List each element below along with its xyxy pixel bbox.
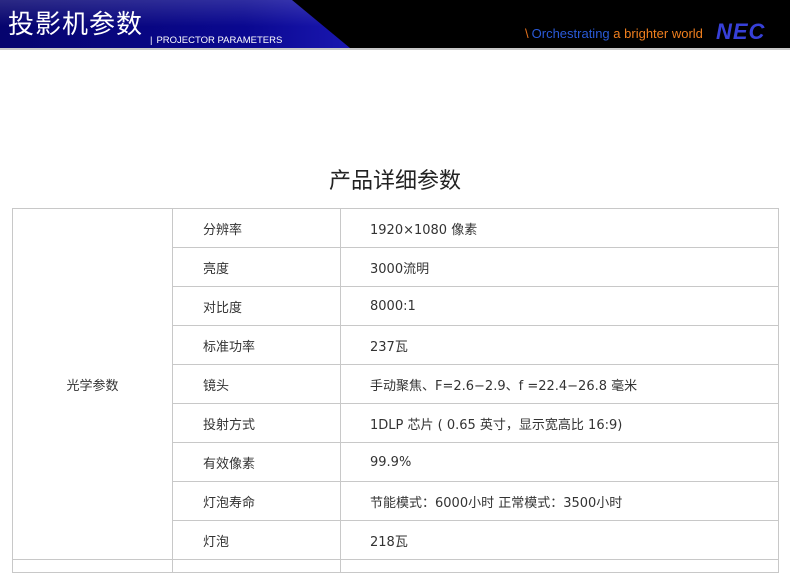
spec-table-body: 光学参数 分辨率 1920×1080 像素 亮度 3000流明 对比度 8000… <box>12 208 779 573</box>
group-label-optical: 光学参数 <box>12 208 173 560</box>
param-name: 投射方式 <box>172 403 341 443</box>
nec-logo: NEC <box>716 19 766 44</box>
param-name: 分辨率 <box>172 208 341 248</box>
empty-cell <box>12 559 173 573</box>
banner-subtitle: | PROJECTOR PARAMETERS <box>150 35 282 46</box>
table-row: 光学参数 分辨率 1920×1080 像素 <box>12 208 779 560</box>
banner-subtitle-text: PROJECTOR PARAMETERS <box>156 35 283 46</box>
param-value: 237瓦 <box>340 325 779 365</box>
header-banner: 投影机参数 | PROJECTOR PARAMETERS \ Orchestrati… <box>0 0 790 48</box>
param-name: 镜头 <box>172 364 341 404</box>
banner-subtitle-separator: | <box>150 35 153 46</box>
empty-cell <box>340 559 779 573</box>
param-value: 1920×1080 像素 <box>340 208 779 248</box>
table-row-partial <box>12 559 779 573</box>
tagline-slash: \ <box>525 26 529 41</box>
param-name: 灯泡寿命 <box>172 481 341 521</box>
param-name: 对比度 <box>172 286 341 326</box>
banner-underline <box>0 48 790 50</box>
param-value: 3000流明 <box>340 247 779 287</box>
brand-tagline: \ Orchestrating a brighter world <box>525 26 703 42</box>
spec-table: 光学参数 分辨率 1920×1080 像素 亮度 3000流明 对比度 8000… <box>12 208 779 573</box>
param-value: 218瓦 <box>340 520 779 560</box>
tagline-part-1: Orchestrating <box>531 26 610 41</box>
param-name: 有效像素 <box>172 442 341 482</box>
param-name: 亮度 <box>172 247 341 287</box>
param-name: 灯泡 <box>172 520 341 560</box>
banner-title: 投影机参数 <box>8 10 144 40</box>
param-value: 节能模式：6000小时 正常模式：3500小时 <box>340 481 779 521</box>
tagline-part-2: a brighter world <box>613 26 703 41</box>
param-value: 1DLP 芯片 ( 0.65 英寸，显示宽高比 16:9) <box>340 403 779 443</box>
param-value: 99.9% <box>340 442 779 482</box>
page-heading: 产品详细参数 <box>328 169 461 194</box>
param-value: 手动聚焦、F=2.6−2.9、f =22.4−26.8 毫米 <box>340 364 779 404</box>
param-value: 8000:1 <box>340 286 779 326</box>
param-name: 标准功率 <box>172 325 341 365</box>
empty-cell <box>172 559 341 573</box>
